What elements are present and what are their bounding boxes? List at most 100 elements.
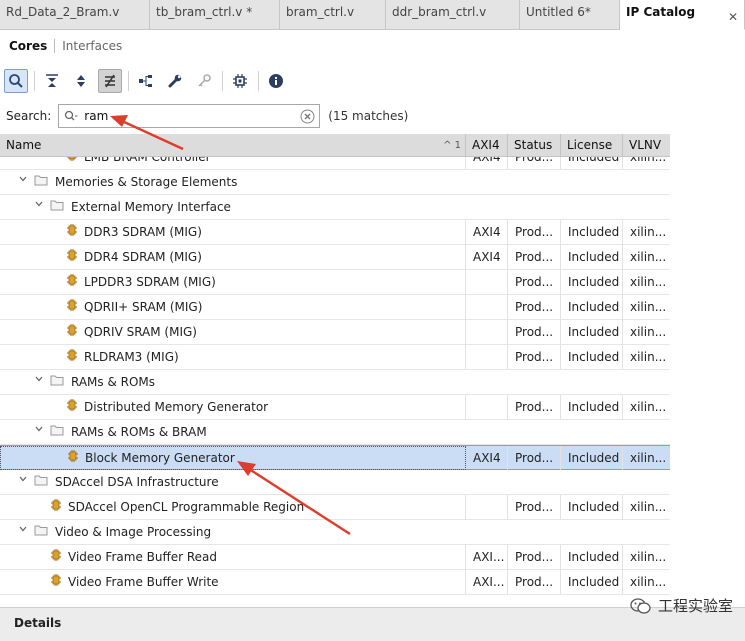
vlnv-cell: xilin... (630, 575, 667, 589)
chevron-down-icon[interactable] (18, 170, 28, 194)
ip-row[interactable]: DDR4 SDRAM (MIG) AXI4 Prod... Included xilin… (0, 245, 670, 270)
row-label: DDR4 SDRAM (MIG) (84, 250, 202, 264)
ip-row[interactable]: QDRIV SRAM (MIG) Prod... Included xilin... (0, 320, 670, 345)
axi4-cell (466, 295, 508, 319)
close-tab-icon[interactable]: ✕ (728, 5, 738, 29)
name-cell: Video Frame Buffer Write (0, 570, 466, 594)
info-button[interactable] (264, 69, 288, 93)
axi4-cell (466, 270, 508, 294)
customize-ip-button[interactable] (163, 69, 187, 93)
category-row[interactable]: RAMs & ROMs (0, 370, 670, 395)
license-button[interactable] (192, 69, 216, 93)
ip-row[interactable]: Block Memory Generator AXI4 Prod... Include… (0, 445, 670, 470)
status-cell: Prod... (508, 446, 561, 470)
row-label: RAMs & ROMs & BRAM (71, 425, 207, 439)
row-label: SDAccel DSA Infrastructure (55, 475, 219, 489)
license-cell: Included (561, 495, 623, 519)
category-row[interactable]: Memories & Storage Elements (0, 170, 670, 195)
toolbar-divider (222, 71, 223, 91)
status-cell: Prod... (508, 345, 561, 369)
settings-wrench-icon (168, 74, 182, 88)
editor-tab[interactable]: tb_bram_ctrl.v * (150, 0, 280, 30)
ip-core-icon (50, 545, 62, 569)
row-label: Memories & Storage Elements (55, 175, 238, 189)
column-header-vlnv[interactable]: VLNV (623, 134, 670, 157)
ip-row[interactable]: RLDRAM3 (MIG) Prod... Included xilin... (0, 345, 670, 370)
ip-core-icon (66, 270, 78, 294)
axi4-cell: AXI4 (466, 446, 508, 470)
name-cell: QDRII+ SRAM (MIG) (0, 295, 466, 319)
chevron-down-icon[interactable] (34, 420, 44, 444)
editor-tab-label: bram_ctrl.v (286, 5, 355, 19)
chevron-down-icon[interactable] (18, 520, 28, 544)
table-header: Name ^ 1 AXI4 Status License VLNV (0, 134, 670, 157)
clear-search-icon[interactable] (300, 109, 315, 124)
row-label: LPDDR3 SDRAM (MIG) (84, 275, 216, 289)
catalog-toolbar (0, 65, 745, 97)
name-cell: QDRIV SRAM (MIG) (0, 320, 466, 344)
ip-row[interactable]: LPDDR3 SDRAM (MIG) Prod... Included xilin..… (0, 270, 670, 295)
column-header-axi4[interactable]: AXI4 (466, 134, 508, 157)
chevron-down-icon[interactable] (34, 195, 44, 219)
vlnv-cell: xilin... (630, 400, 667, 414)
ip-row[interactable]: DDR3 SDRAM (MIG) AXI4 Prod... Included xilin… (0, 220, 670, 245)
ip-row[interactable]: Distributed Memory Generator Prod... Inclu… (0, 395, 670, 420)
editor-tab-label: tb_bram_ctrl.v * (156, 5, 253, 19)
search-icon (65, 110, 78, 121)
row-label: RLDRAM3 (MIG) (84, 350, 179, 364)
editor-tab[interactable]: IP Catalog ✕ (620, 0, 745, 30)
catalog-view-tabs: Cores Interfaces (0, 31, 745, 61)
ip-row[interactable]: QDRII+ SRAM (MIG) Prod... Included xilin... (0, 295, 670, 320)
chevron-down-icon[interactable] (18, 470, 28, 494)
watermark-text: 工程实验室 (657, 597, 733, 615)
category-row[interactable]: RAMs & ROMs & BRAM (0, 420, 670, 445)
editor-tab[interactable]: ddr_bram_ctrl.v (386, 0, 520, 30)
tab-cores[interactable]: Cores (9, 39, 47, 53)
row-label: Video Frame Buffer Read (68, 550, 218, 564)
toolbar-divider (34, 71, 35, 91)
chevron-down-icon[interactable] (34, 370, 44, 394)
search-input[interactable]: ram (58, 104, 321, 128)
ip-core-icon (66, 345, 78, 369)
ip-row[interactable]: Video Frame Buffer Write AXI... Prod... Inc… (0, 570, 670, 595)
search-row: Search: ram (15 matches) (0, 103, 745, 129)
name-cell: DDR4 SDRAM (MIG) (0, 245, 466, 269)
toolbar-divider (258, 71, 259, 91)
search-toggle-button[interactable] (4, 69, 28, 93)
editor-tab[interactable]: bram_ctrl.v (280, 0, 386, 30)
ip-core-icon (67, 447, 79, 469)
editor-tab[interactable]: Untitled 6* (520, 0, 620, 30)
expand-all-button[interactable] (69, 69, 93, 93)
filter-button[interactable] (98, 69, 122, 93)
category-row[interactable]: Video & Image Processing (0, 520, 670, 545)
status-cell: Prod... (508, 270, 561, 294)
editor-tab[interactable]: Rd_Data_2_Bram.v (0, 0, 150, 30)
license-cell: Included (561, 320, 623, 344)
name-cell: Video Frame Buffer Read (0, 545, 466, 569)
collapse-all-icon (46, 74, 58, 87)
name-cell: Video & Image Processing (0, 520, 670, 544)
name-cell: External Memory Interface (0, 195, 670, 219)
tab-interfaces[interactable]: Interfaces (62, 39, 122, 53)
search-label: Search: (6, 109, 52, 123)
hierarchy-button[interactable] (134, 69, 158, 93)
axi4-cell: AXI... (466, 545, 508, 569)
ip-row[interactable]: SDAccel OpenCL Programmable Region Prod..… (0, 495, 670, 520)
column-header-license[interactable]: License (561, 134, 623, 157)
vlnv-cell: xilin... (630, 275, 667, 289)
ip-row[interactable]: Video Frame Buffer Read AXI... Prod... Incl… (0, 545, 670, 570)
hierarchy-icon (139, 75, 152, 87)
column-header-name[interactable]: Name ^ 1 (0, 134, 466, 157)
category-row[interactable]: External Memory Interface (0, 195, 670, 220)
name-cell: SDAccel OpenCL Programmable Region (0, 495, 466, 519)
row-label: SDAccel OpenCL Programmable Region (68, 500, 305, 514)
license-cell: Included (561, 570, 623, 594)
name-cell: Memories & Storage Elements (0, 170, 670, 194)
ip-settings-button[interactable] (228, 69, 252, 93)
column-header-status[interactable]: Status (508, 134, 561, 157)
name-cell: Distributed Memory Generator (0, 395, 466, 419)
collapse-all-button[interactable] (40, 69, 64, 93)
category-row[interactable]: SDAccel DSA Infrastructure (0, 470, 670, 495)
details-label[interactable]: Details (14, 616, 61, 630)
search-icon (9, 74, 23, 88)
